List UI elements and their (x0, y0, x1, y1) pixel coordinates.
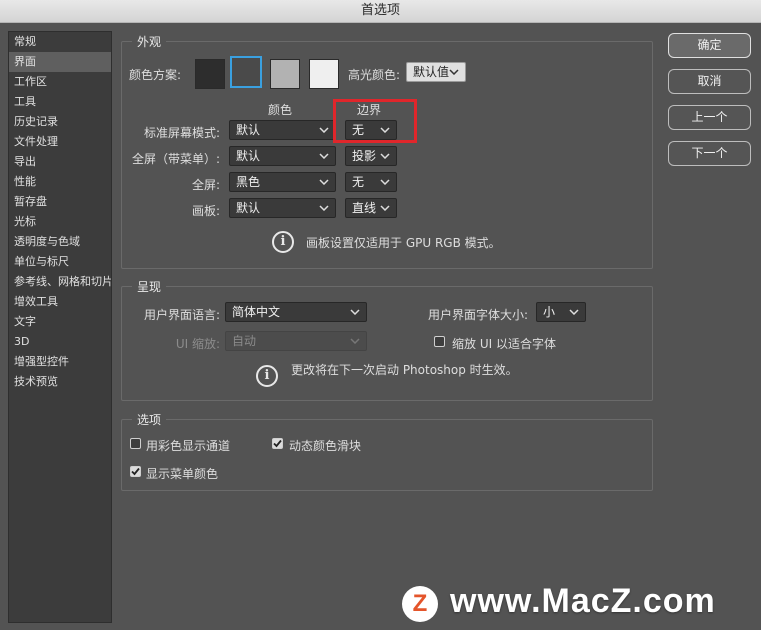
options-legend: 选项 (132, 411, 167, 428)
ok-button[interactable]: 确定 (668, 33, 751, 58)
appearance-legend: 外观 (132, 33, 167, 50)
full-screen-label: 全屏: (191, 178, 220, 192)
color-scheme-label: 颜色方案: (129, 68, 182, 82)
window-title: 首选项 (0, 0, 761, 23)
dynamic-color-sliders-checkbox[interactable] (272, 438, 283, 449)
sidebar-item-file-handling[interactable]: 文件处理 (9, 132, 111, 152)
artboard-label: 画板: (191, 204, 220, 218)
show-channels-in-color-label: 用彩色显示通道 (146, 439, 231, 453)
sidebar-item-tools[interactable]: 工具 (9, 92, 111, 112)
sidebar-item-performance[interactable]: 性能 (9, 172, 111, 192)
highlight-color-label: 高光颜色: (348, 68, 401, 82)
full-screen-menu-color-value: 默认 (236, 149, 261, 163)
standard-screen-color-value: 默认 (236, 123, 261, 137)
next-button[interactable]: 下一个 (668, 141, 751, 166)
chevron-down-icon (380, 205, 390, 211)
full-screen-border-value: 无 (352, 175, 365, 189)
info-icon: i (272, 231, 294, 253)
artboard-color-value: 默认 (236, 201, 261, 215)
chevron-down-icon (319, 127, 329, 133)
sidebar-item-cursors[interactable]: 光标 (9, 212, 111, 232)
color-scheme-swatch-darkest[interactable] (195, 59, 225, 89)
highlight-color-value: 默认值 (413, 65, 450, 79)
sidebar-item-tech-previews[interactable]: 技术预览 (9, 372, 111, 392)
artboard-border-value: 直线 (352, 201, 377, 215)
sidebar-item-workspace[interactable]: 工作区 (9, 72, 111, 92)
restart-info-text: 更改将在下一次启动 Photoshop 时生效。 (291, 363, 518, 377)
ui-scaling-value: 自动 (232, 334, 257, 348)
scale-ui-to-font-label: 缩放 UI 以适合字体 (452, 337, 556, 351)
dynamic-color-sliders-label: 动态颜色滑块 (289, 439, 362, 453)
sidebar-item-interface[interactable]: 界面 (9, 52, 111, 72)
watermark-logo: Z (402, 586, 438, 622)
presentation-legend: 呈现 (132, 278, 167, 295)
full-screen-color-value: 黑色 (236, 175, 261, 189)
chevron-down-icon (350, 338, 360, 344)
color-scheme-swatch-dark[interactable] (230, 56, 262, 88)
color-scheme-swatch-light[interactable] (309, 59, 339, 89)
annotation-highlight-box (333, 99, 417, 143)
show-channels-in-color-checkbox[interactable] (130, 438, 141, 449)
full-screen-border-dropdown[interactable]: 无 (345, 172, 397, 192)
show-menu-colors-checkbox[interactable] (130, 466, 141, 477)
standard-screen-color-dropdown[interactable]: 默认 (229, 120, 336, 140)
artboard-info-text: 画板设置仅适用于 GPU RGB 模式。 (306, 236, 501, 250)
ui-scaling-dropdown[interactable]: 自动 (225, 331, 367, 351)
sidebar-item-enhanced-controls[interactable]: 增强型控件 (9, 352, 111, 372)
ui-scaling-label: UI 缩放: (175, 337, 220, 351)
full-screen-menu-label: 全屏（带菜单）: (131, 152, 220, 166)
sidebar-item-history[interactable]: 历史记录 (9, 112, 111, 132)
ui-font-size-dropdown[interactable]: 小 (536, 302, 586, 322)
chevron-down-icon (380, 179, 390, 185)
highlight-color-dropdown[interactable]: 默认值 (406, 62, 466, 82)
artboard-color-dropdown[interactable]: 默认 (229, 198, 336, 218)
ui-font-size-label: 用户界面字体大小: (428, 308, 529, 322)
chevron-down-icon (569, 309, 579, 315)
chevron-down-icon (319, 179, 329, 185)
ui-font-size-value: 小 (543, 305, 556, 319)
full-screen-menu-border-dropdown[interactable]: 投影 (345, 146, 397, 166)
sidebar-item-guides[interactable]: 参考线、网格和切片 (9, 272, 111, 292)
previous-button[interactable]: 上一个 (668, 105, 751, 130)
info-icon: i (256, 365, 278, 387)
artboard-border-dropdown[interactable]: 直线 (345, 198, 397, 218)
show-menu-colors-label: 显示菜单颜色 (146, 467, 219, 481)
sidebar-item-general[interactable]: 常规 (9, 32, 111, 52)
sidebar-item-scratch-disks[interactable]: 暂存盘 (9, 192, 111, 212)
full-screen-menu-color-dropdown[interactable]: 默认 (229, 146, 336, 166)
sidebar: 常规 界面 工作区 工具 历史记录 文件处理 导出 性能 暂存盘 光标 透明度与… (8, 31, 112, 623)
cancel-button[interactable]: 取消 (668, 69, 751, 94)
column-header-color: 颜色 (268, 103, 293, 117)
watermark-text: www.MacZ.com (450, 582, 716, 620)
chevron-down-icon (319, 205, 329, 211)
ui-language-value: 简体中文 (232, 305, 281, 319)
ui-language-label: 用户界面语言: (143, 308, 220, 322)
checkmark-icon (131, 467, 140, 476)
chevron-down-icon (319, 153, 329, 159)
sidebar-item-3d[interactable]: 3D (9, 332, 111, 352)
full-screen-menu-border-value: 投影 (352, 149, 377, 163)
standard-screen-mode-label: 标准屏幕模式: (143, 126, 220, 140)
scale-ui-to-font-checkbox[interactable] (434, 336, 445, 347)
sidebar-item-transparency[interactable]: 透明度与色域 (9, 232, 111, 252)
sidebar-item-units[interactable]: 单位与标尺 (9, 252, 111, 272)
sidebar-item-export[interactable]: 导出 (9, 152, 111, 172)
chevron-down-icon (350, 309, 360, 315)
chevron-down-icon (380, 153, 390, 159)
full-screen-color-dropdown[interactable]: 黑色 (229, 172, 336, 192)
sidebar-item-plugins[interactable]: 增效工具 (9, 292, 111, 312)
ui-language-dropdown[interactable]: 简体中文 (225, 302, 367, 322)
color-scheme-swatch-medium[interactable] (270, 59, 300, 89)
sidebar-item-type[interactable]: 文字 (9, 312, 111, 332)
chevron-down-icon (449, 69, 459, 75)
checkmark-icon (273, 439, 282, 448)
